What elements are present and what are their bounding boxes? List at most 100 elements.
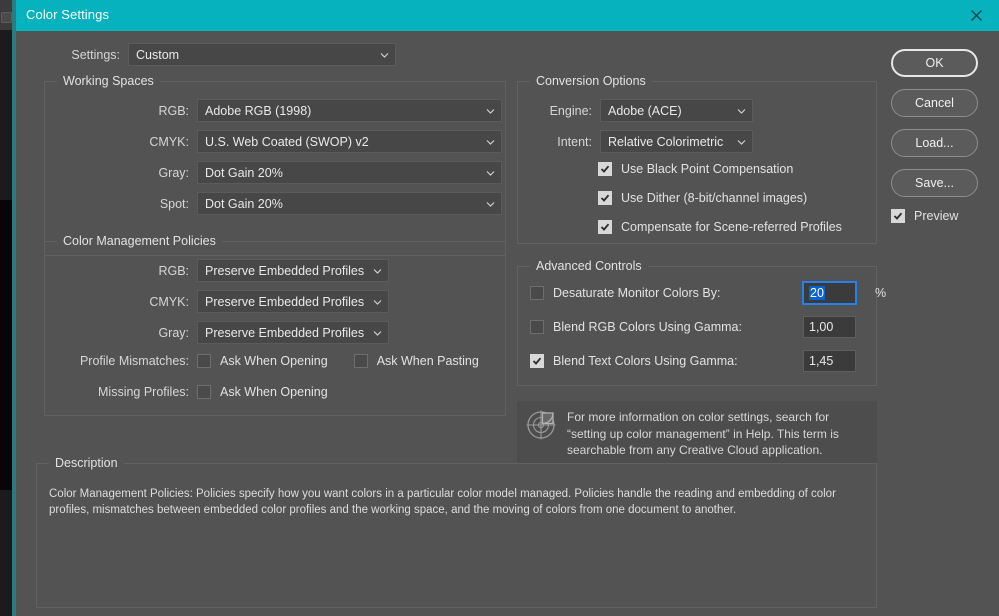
conversion-intent-select[interactable]: Relative Colorimetric (600, 130, 753, 153)
profile-mismatches-ask-when-opening-checkbox[interactable] (197, 354, 211, 368)
conversion-intent-row: Intent: Relative Colorimetric (528, 130, 753, 153)
color-management-policies-legend: Color Management Policies (57, 234, 222, 248)
settings-row: Settings: Custom (52, 43, 396, 66)
chevron-down-icon (486, 168, 495, 177)
working-spaces-row-gray: Gray: Dot Gain 20% (59, 161, 502, 184)
blend-text-gamma-checkbox[interactable] (530, 354, 544, 368)
load-button[interactable]: Load... (891, 129, 978, 157)
conversion-intent-label: Intent: (528, 135, 592, 149)
conversion-options-legend: Conversion Options (530, 74, 652, 88)
profile-mismatches-ask-when-pasting-label: Ask When Pasting (377, 354, 479, 368)
working-spaces-gray-value: Dot Gain 20% (205, 166, 283, 180)
chevron-down-icon (737, 137, 746, 146)
chevron-down-icon (373, 266, 382, 275)
description-legend: Description (49, 456, 124, 470)
chevron-down-icon (380, 50, 389, 59)
compensate-scene-referred-label: Compensate for Scene-referred Profiles (621, 220, 842, 234)
blend-text-gamma-label: Blend Text Colors Using Gamma: (553, 354, 738, 368)
blend-text-gamma-input[interactable]: 1,45 (803, 350, 856, 372)
use-black-point-compensation-row: Use Black Point Compensation (598, 162, 793, 176)
working-spaces-rgb-label: RGB: (59, 104, 189, 118)
desaturate-monitor-colors-label: Desaturate Monitor Colors By: (553, 286, 720, 300)
policies-cmyk-label: CMYK: (59, 295, 189, 309)
working-spaces-spot-select[interactable]: Dot Gain 20% (197, 192, 502, 215)
missing-profiles-ask-when-opening-label: Ask When Opening (220, 385, 328, 399)
use-dither-checkbox[interactable] (598, 191, 612, 205)
color-management-policies-group: Color Management Policies RGB: Preserve … (44, 241, 506, 416)
conversion-engine-select[interactable]: Adobe (ACE) (600, 99, 753, 122)
preview-label: Preview (914, 209, 958, 223)
missing-profiles-ask-when-opening-checkbox[interactable] (197, 385, 211, 399)
policies-rgb-label: RGB: (59, 264, 189, 278)
working-spaces-gray-label: Gray: (59, 166, 189, 180)
policies-rgb-value: Preserve Embedded Profiles (205, 264, 364, 278)
working-spaces-rgb-select[interactable]: Adobe RGB (1998) (197, 99, 502, 122)
description-text: Color Management Policies: Policies spec… (49, 486, 864, 518)
settings-preset-value: Custom (136, 48, 179, 62)
save-button[interactable]: Save... (891, 169, 978, 197)
working-spaces-row-rgb: RGB: Adobe RGB (1998) (59, 99, 502, 122)
info-help-text: For more information on color settings, … (567, 409, 867, 459)
ok-button[interactable]: OK (891, 49, 978, 77)
policies-gray-select[interactable]: Preserve Embedded Profiles (197, 321, 389, 344)
policies-row-rgb: RGB: Preserve Embedded Profiles (59, 259, 389, 282)
dialog-titlebar[interactable]: Color Settings (16, 0, 999, 31)
conversion-engine-row: Engine: Adobe (ACE) (528, 99, 753, 122)
conversion-engine-value: Adobe (ACE) (608, 104, 682, 118)
working-spaces-legend: Working Spaces (57, 74, 160, 88)
cancel-button[interactable]: Cancel (891, 89, 978, 117)
preview-row: Preview (891, 209, 991, 223)
advanced-controls-legend: Advanced Controls (530, 259, 648, 273)
policies-row-gray: Gray: Preserve Embedded Profiles (59, 321, 389, 344)
working-spaces-cmyk-select[interactable]: U.S. Web Coated (SWOP) v2 (197, 130, 502, 153)
chevron-down-icon (486, 199, 495, 208)
blend-rgb-gamma-checkbox[interactable] (530, 320, 544, 334)
chevron-down-icon (486, 137, 495, 146)
profile-mismatches-label: Profile Mismatches: (59, 354, 189, 368)
working-spaces-gray-select[interactable]: Dot Gain 20% (197, 161, 502, 184)
close-icon[interactable] (953, 0, 999, 31)
policies-cmyk-select[interactable]: Preserve Embedded Profiles (197, 290, 389, 313)
working-spaces-cmyk-label: CMYK: (59, 135, 189, 149)
policies-rgb-select[interactable]: Preserve Embedded Profiles (197, 259, 389, 282)
chevron-down-icon (737, 106, 746, 115)
conversion-intent-value: Relative Colorimetric (608, 135, 723, 149)
working-spaces-row-cmyk: CMYK: U.S. Web Coated (SWOP) v2 (59, 130, 502, 153)
use-dither-row: Use Dither (8-bit/channel images) (598, 191, 807, 205)
advanced-controls-group: Advanced Controls Desaturate Monitor Col… (517, 266, 877, 386)
use-black-point-compensation-checkbox[interactable] (598, 162, 612, 176)
blend-text-gamma-value: 1,45 (809, 354, 833, 368)
profile-mismatches-ask-when-pasting-checkbox[interactable] (354, 354, 368, 368)
chevron-down-icon (486, 106, 495, 115)
desaturate-monitor-colors-checkbox[interactable] (530, 286, 544, 300)
working-spaces-row-spot: Spot: Dot Gain 20% (59, 192, 502, 215)
profile-mismatches-ask-when-opening-label: Ask When Opening (220, 354, 328, 368)
compensate-scene-referred-checkbox[interactable] (598, 220, 612, 234)
missing-profiles-label: Missing Profiles: (59, 385, 189, 399)
blend-text-gamma-row: Blend Text Colors Using Gamma: 1,45 (530, 354, 866, 368)
dialog-button-rail: OK Cancel Load... Save... Preview (891, 49, 991, 223)
profile-mismatches-row: Profile Mismatches: Ask When Opening Ask… (59, 354, 479, 368)
chevron-down-icon (373, 328, 382, 337)
desaturate-monitor-colors-input[interactable]: 20 (803, 282, 856, 304)
blend-rgb-gamma-value: 1,00 (809, 320, 833, 334)
desaturate-monitor-colors-value: 20 (809, 286, 825, 300)
policies-gray-value: Preserve Embedded Profiles (205, 326, 364, 340)
working-spaces-spot-label: Spot: (59, 197, 189, 211)
blend-rgb-gamma-row: Blend RGB Colors Using Gamma: 1,00 (530, 320, 866, 334)
missing-profiles-row: Missing Profiles: Ask When Opening (59, 385, 328, 399)
working-spaces-cmyk-value: U.S. Web Coated (SWOP) v2 (205, 135, 369, 149)
working-spaces-rgb-value: Adobe RGB (1998) (205, 104, 311, 118)
desaturate-monitor-colors-row: Desaturate Monitor Colors By: 20 % (530, 286, 866, 300)
blend-rgb-gamma-input[interactable]: 1,00 (803, 316, 856, 338)
use-black-point-compensation-label: Use Black Point Compensation (621, 162, 793, 176)
use-dither-label: Use Dither (8-bit/channel images) (621, 191, 807, 205)
color-settings-dialog: Color Settings Settings: Custom (16, 0, 999, 616)
settings-preset-select[interactable]: Custom (128, 43, 396, 66)
conversion-engine-label: Engine: (528, 104, 592, 118)
compensate-scene-referred-row: Compensate for Scene-referred Profiles (598, 220, 842, 234)
preview-checkbox[interactable] (891, 209, 905, 223)
policies-cmyk-value: Preserve Embedded Profiles (205, 295, 364, 309)
info-help-box: For more information on color settings, … (517, 401, 877, 463)
working-spaces-group: Working Spaces RGB: Adobe RGB (1998) CMY… (44, 81, 506, 256)
